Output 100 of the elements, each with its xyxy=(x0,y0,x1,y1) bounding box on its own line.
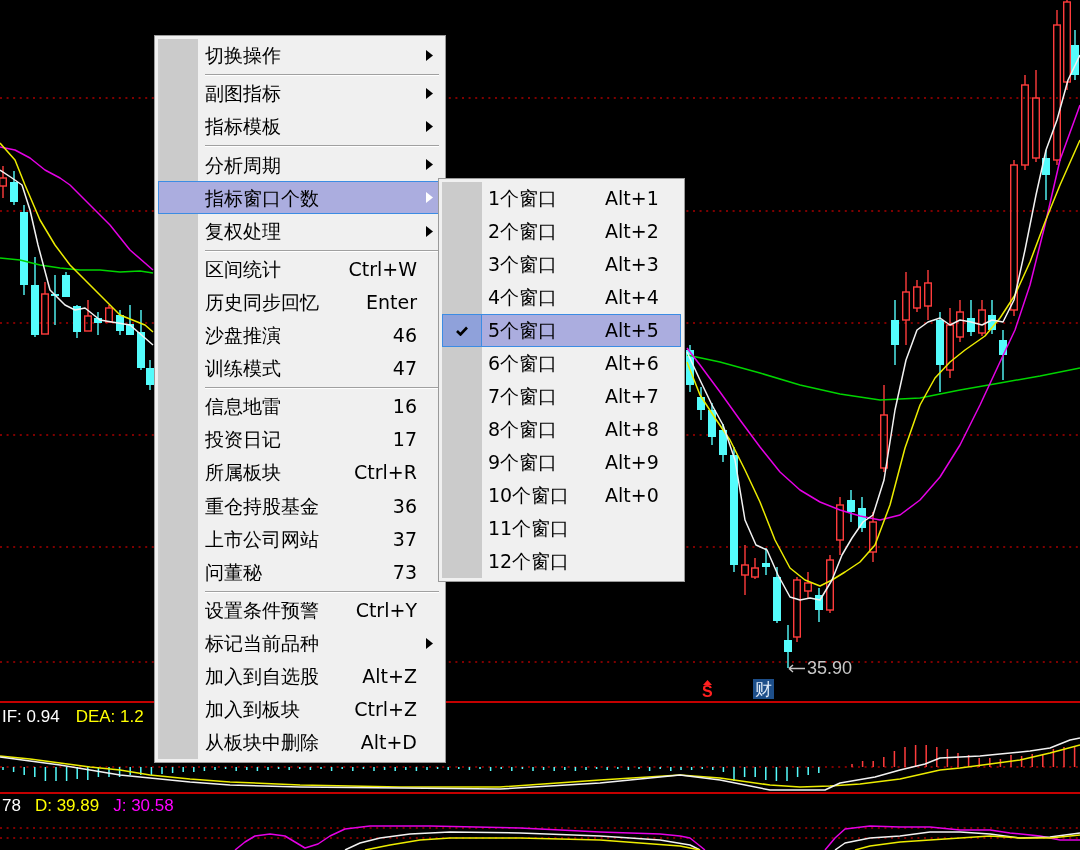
keyboard-shortcut: Alt+8 xyxy=(605,417,659,443)
menu-item[interactable]: 6个窗口 Alt+6 xyxy=(442,347,681,380)
up-arrow-icon xyxy=(702,680,712,685)
indicator-reading: 78 xyxy=(2,796,21,816)
keyboard-shortcut: Alt+5 xyxy=(605,318,659,344)
keyboard-shortcut: Ctrl+W xyxy=(348,256,417,282)
indicator-reading: DEA: 1.2 xyxy=(75,707,144,727)
menu-item[interactable]: 区间统计 Ctrl+W xyxy=(158,252,442,286)
keyboard-shortcut: 16 xyxy=(392,394,417,420)
menu-item[interactable]: 上市公司网站 37 xyxy=(158,522,442,556)
menu-item[interactable]: 10个窗口 Alt+0 xyxy=(442,479,681,512)
candle xyxy=(836,496,844,556)
candle xyxy=(51,274,59,326)
signal-letter: S xyxy=(702,685,713,699)
candle xyxy=(686,344,694,393)
keyboard-shortcut: 37 xyxy=(392,526,417,552)
menu-item[interactable]: 投资日记 17 xyxy=(158,423,442,457)
menu-item[interactable]: 11个窗口 xyxy=(442,512,681,545)
candle xyxy=(826,554,834,614)
menu-item[interactable]: 分析周期 xyxy=(158,148,442,182)
histogram-bar xyxy=(796,766,799,778)
menu-item[interactable]: 5个窗口 Alt+5 xyxy=(442,314,681,347)
keyboard-shortcut: Alt+D xyxy=(360,730,417,756)
menu-item[interactable]: 切换操作 xyxy=(158,39,442,73)
candle xyxy=(891,299,899,366)
candle xyxy=(946,307,954,379)
histogram-bar xyxy=(383,766,386,771)
histogram-bar xyxy=(914,744,917,768)
histogram-bar xyxy=(521,766,524,770)
menu-item[interactable]: 沙盘推演 46 xyxy=(158,318,442,352)
menu-item[interactable]: 加入到自选股 Alt+Z xyxy=(158,659,442,693)
histogram-bar xyxy=(743,766,746,778)
event-tag: 财 xyxy=(753,679,774,699)
indicator-reading: IF: 0.94 xyxy=(2,707,60,727)
menu-item[interactable]: 2个窗口 Alt+2 xyxy=(442,215,681,248)
menu-item[interactable]: 加入到板块 Ctrl+Z xyxy=(158,692,442,726)
keyboard-shortcut: Alt+2 xyxy=(605,219,659,245)
candle xyxy=(0,165,7,199)
candle xyxy=(94,311,102,336)
keyboard-shortcut: Alt+3 xyxy=(605,252,659,278)
histogram-bar xyxy=(256,766,259,772)
candle xyxy=(913,279,921,313)
histogram-bar xyxy=(1073,746,1076,768)
histogram-bar xyxy=(277,766,280,770)
keyboard-shortcut: Alt+7 xyxy=(605,384,659,410)
histogram-bar xyxy=(203,766,206,772)
menu-item[interactable]: 12个窗口 xyxy=(442,545,681,578)
histogram-bar xyxy=(1052,748,1055,768)
menu-item[interactable]: 标记当前品种 xyxy=(158,626,442,660)
histogram-bar xyxy=(690,766,693,771)
candle xyxy=(116,309,124,336)
menu-item[interactable]: 8个窗口 Alt+8 xyxy=(442,413,681,446)
menu-item[interactable]: 问董秘 73 xyxy=(158,555,442,589)
menu-item[interactable]: 设置条件预警 Ctrl+Y xyxy=(158,593,442,627)
keyboard-shortcut: 46 xyxy=(392,323,417,349)
menu-item[interactable]: 副图指标 xyxy=(158,77,442,111)
histogram-bar xyxy=(999,758,1002,768)
histogram-bar xyxy=(574,766,577,772)
menu-item[interactable]: 重仓持股基金 36 xyxy=(158,489,442,523)
menu-item[interactable]: 信息地雷 16 xyxy=(158,389,442,424)
candle xyxy=(719,423,727,463)
menu-item[interactable]: 历史同步回忆 Enter xyxy=(158,285,442,319)
indicator-reading: J: 30.58 xyxy=(113,796,174,816)
histogram-bar xyxy=(468,766,471,771)
histogram-bar xyxy=(722,766,725,773)
candle xyxy=(762,547,770,576)
candle xyxy=(773,566,781,624)
menu-item[interactable]: 1个窗口 Alt+1 xyxy=(442,182,681,215)
histogram-bar xyxy=(627,766,630,771)
candle xyxy=(804,571,812,599)
histogram-bar xyxy=(171,766,174,774)
histogram-bar xyxy=(330,766,333,772)
menu-item[interactable]: 3个窗口 Alt+3 xyxy=(442,248,681,281)
menu-item[interactable]: 9个窗口 Alt+9 xyxy=(442,446,681,479)
keyboard-shortcut: Alt+Z xyxy=(362,664,417,689)
histogram-bar xyxy=(362,766,365,770)
histogram-bar xyxy=(12,766,15,773)
indicator-reading: D: 39.89 xyxy=(34,796,100,816)
candle xyxy=(105,304,113,323)
candle xyxy=(10,170,18,206)
candle xyxy=(956,299,964,343)
menu-item[interactable]: 7个窗口 Alt+7 xyxy=(442,380,681,413)
keyboard-shortcut: Enter xyxy=(366,289,417,315)
menu-item[interactable]: 复权处理 xyxy=(158,214,442,248)
menu-item[interactable]: 所属板块 Ctrl+R xyxy=(158,456,442,490)
keyboard-shortcut: 17 xyxy=(392,427,417,453)
keyboard-shortcut: Alt+6 xyxy=(605,351,659,377)
menu-item[interactable]: 指标模板 xyxy=(158,110,442,144)
menu-item[interactable]: 训练模式 47 xyxy=(158,351,442,385)
candle xyxy=(73,304,81,339)
histogram-bar xyxy=(150,766,153,776)
candle xyxy=(967,299,975,337)
menu-item[interactable]: 4个窗口 Alt+4 xyxy=(442,281,681,314)
menu-item[interactable]: 从板块中删除 Alt+D xyxy=(158,725,442,759)
histogram-bar xyxy=(436,766,439,770)
histogram-bar xyxy=(44,766,47,782)
candle xyxy=(708,402,716,446)
candle xyxy=(999,329,1007,381)
histogram-bar xyxy=(648,766,651,772)
histogram-bar xyxy=(1020,755,1023,768)
